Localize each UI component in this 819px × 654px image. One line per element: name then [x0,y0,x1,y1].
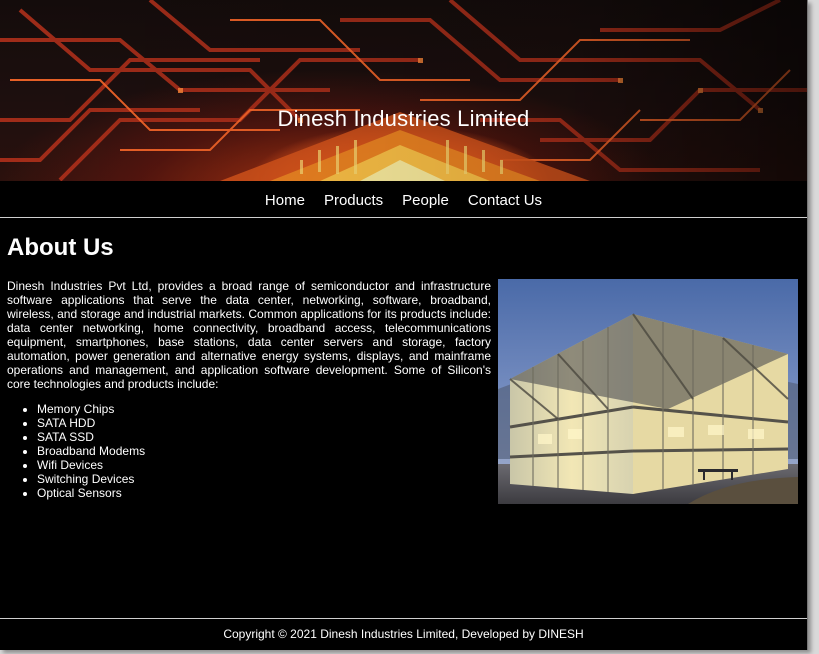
site-title: Dinesh Industries Limited [277,106,530,131]
nav-item-contact-us[interactable]: Contact Us [468,192,542,210]
list-item: Optical Sensors [37,486,145,500]
nav-item-products[interactable]: Products [324,192,383,210]
nav-item-home[interactable]: Home [265,192,305,210]
list-item: Broadband Modems [37,444,145,458]
nav-link-contact-us[interactable]: Contact Us [468,192,542,209]
nav-item-people[interactable]: People [402,192,449,210]
about-section: About Us Dinesh Industries Pvt Ltd, prov… [0,218,807,618]
header-banner: Dinesh Industries Limited [0,0,807,181]
list-item: Switching Devices [37,472,145,486]
footer: Copyright © 2021 Dinesh Industries Limit… [0,618,807,650]
list-item: SATA HDD [37,416,145,430]
copyright-text: Copyright © 2021 Dinesh Industries Limit… [223,627,584,641]
nav-link-home[interactable]: Home [265,192,305,209]
page: Dinesh Industries Limited Home Products … [0,0,808,650]
building-image [498,279,798,504]
about-heading: About Us [7,234,114,261]
nav-link-products[interactable]: Products [324,192,383,209]
list-item: Memory Chips [37,402,145,416]
list-item: SATA SSD [37,430,145,444]
list-item: Wifi Devices [37,458,145,472]
about-paragraph: Dinesh Industries Pvt Ltd, provides a br… [7,279,491,391]
circuit-banner-image [0,0,807,181]
main-nav: Home Products People Contact Us [0,181,807,218]
product-list: Memory Chips SATA HDD SATA SSD Broadband… [7,402,145,500]
nav-link-people[interactable]: People [402,192,449,209]
